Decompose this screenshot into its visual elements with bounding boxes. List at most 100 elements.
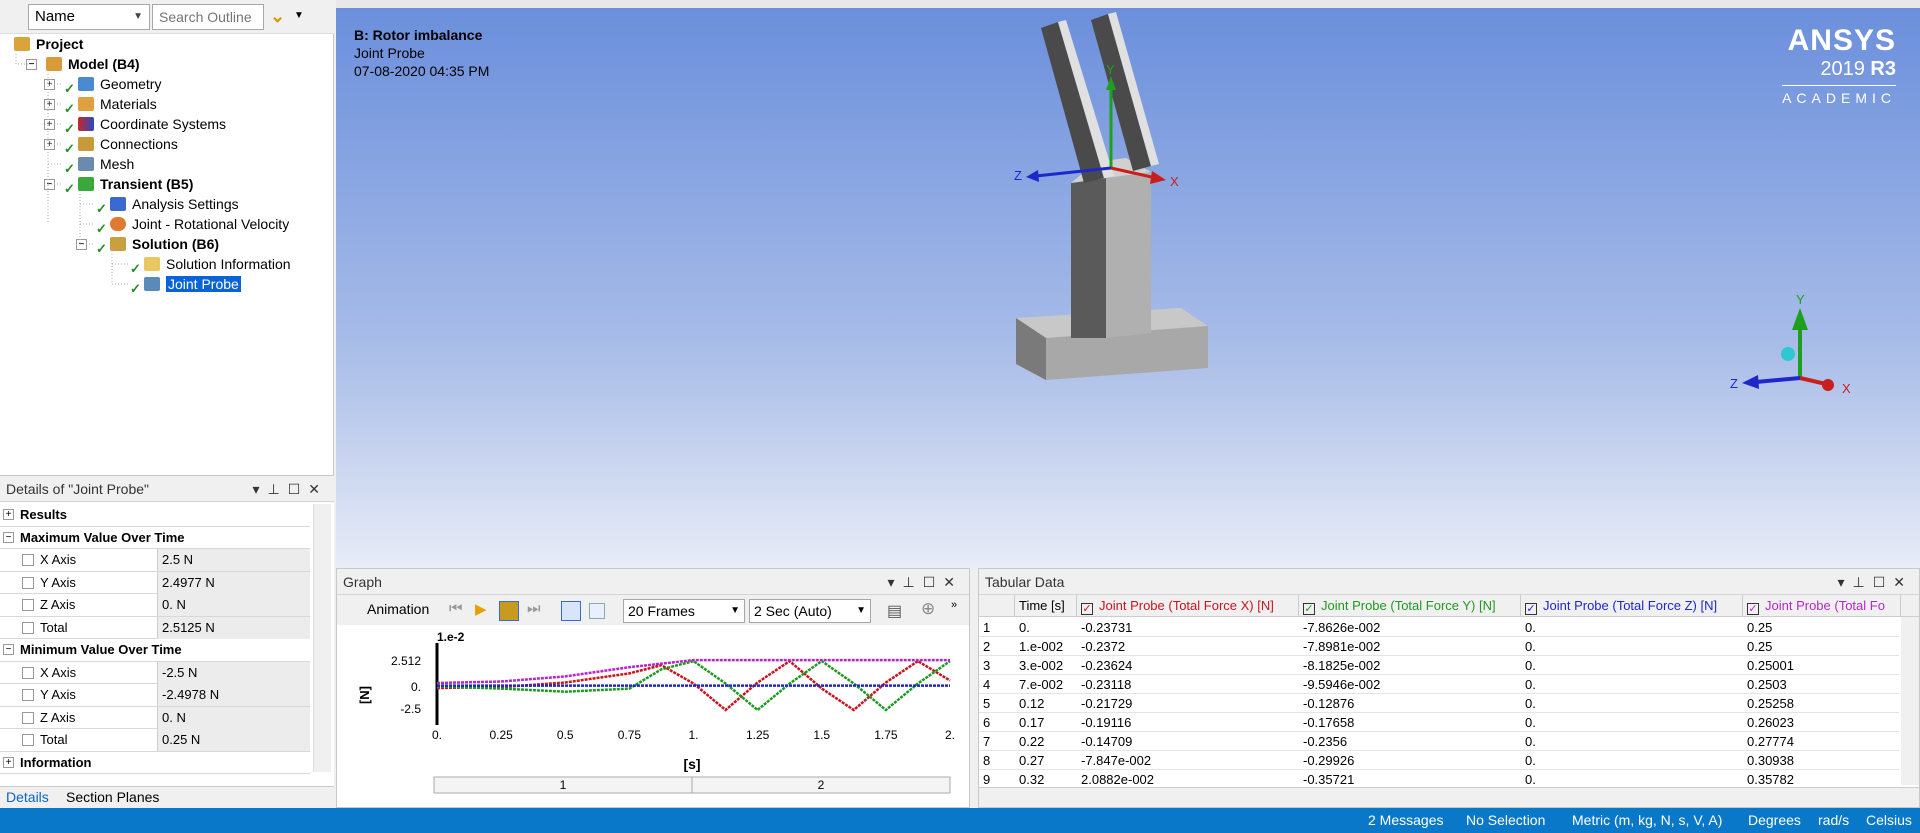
checkbox[interactable]	[22, 621, 34, 634]
table-row[interactable]: 5 0.12 -0.21729 -0.12876 0. 0.25258	[979, 694, 1899, 713]
first-frame-icon[interactable]: ⏮	[449, 600, 463, 617]
maximize-icon[interactable]: ☐	[1873, 574, 1894, 590]
checkbox[interactable]	[22, 666, 34, 679]
export-video-icon[interactable]: ▤	[887, 601, 902, 621]
table-cell: 3.e-002	[1019, 658, 1064, 673]
dropdown-icon[interactable]: ▾	[1837, 574, 1852, 590]
detail-row[interactable]: Total 0.25 N	[0, 729, 310, 752]
table-vscrollbar[interactable]	[1901, 617, 1919, 785]
checkbox[interactable]	[22, 576, 34, 589]
maximize-icon[interactable]: ☐	[288, 481, 309, 497]
table-cell: -7.8626e-002	[1303, 620, 1381, 635]
header-label: Joint Probe (Total Force Z) [N]	[1543, 598, 1718, 613]
detail-row[interactable]: X Axis 2.5 N	[0, 549, 310, 572]
result-sets-icon[interactable]	[589, 603, 605, 619]
detail-key: X Axis	[40, 552, 77, 567]
expand-collapse-icon[interactable]: ⌄	[270, 6, 285, 27]
table-cell: 0.25258	[1747, 696, 1794, 711]
table-cell: 0.27	[1019, 753, 1045, 768]
panel-controls: ▾⊥☐✕	[887, 569, 963, 595]
zoom-icon[interactable]: ⊕	[921, 599, 935, 619]
group-minimum[interactable]: − Minimum Value Over Time	[0, 639, 310, 662]
play-icon[interactable]: ▶	[475, 600, 487, 618]
tabular-title-bar: Tabular Data ▾⊥☐✕	[979, 569, 1919, 595]
close-icon[interactable]: ✕	[1893, 574, 1913, 590]
table-hscrollbar[interactable]	[979, 787, 1919, 807]
table-cell: -7.847e-002	[1081, 753, 1152, 768]
checkbox[interactable]	[22, 711, 34, 724]
table-row[interactable]: 6 0.17 -0.19116 -0.17658 0. 0.26023	[979, 713, 1899, 732]
col-header-force-total[interactable]: ✓ Joint Probe (Total Fo	[1743, 595, 1901, 617]
detail-row[interactable]: Y Axis 2.4977 N	[0, 571, 310, 594]
close-icon[interactable]: ✕	[308, 481, 328, 497]
triad-corner[interactable]: Y X Z	[1730, 292, 1851, 396]
checkbox[interactable]	[22, 689, 34, 701]
dropdown-icon[interactable]: ▾	[252, 481, 267, 497]
detail-key: Y Axis	[40, 687, 76, 702]
col-header-force-x[interactable]: ✓ Joint Probe (Total Force X) [N]	[1077, 595, 1299, 617]
group-results[interactable]: + Results	[0, 504, 310, 527]
detail-row[interactable]: X Axis -2.5 N	[0, 661, 310, 684]
search-outline-input[interactable]	[152, 4, 264, 30]
table-row[interactable]: 1 0. -0.23731 -7.8626e-002 0. 0.25	[979, 618, 1899, 637]
table-cell: 0.22	[1019, 734, 1045, 749]
detail-row[interactable]: Z Axis 0. N	[0, 706, 310, 729]
toolbar-overflow-icon[interactable]: »	[951, 599, 957, 611]
detail-row[interactable]: Z Axis 0. N	[0, 594, 310, 617]
outline-panel: Name ▼ ⌄ ▼ Project −Model (B4) +✓Geometr…	[0, 0, 334, 475]
pin-icon[interactable]: ⊥	[903, 574, 923, 590]
table-row[interactable]: 4 7.e-002 -0.23118 -9.5946e-002 0. 0.2503	[979, 675, 1899, 694]
table-cell: 0.	[1525, 677, 1536, 692]
angle-unit-status[interactable]: Degrees	[1748, 808, 1801, 833]
duration-select[interactable]: 2 Sec (Auto) ▼	[749, 599, 871, 623]
detail-row[interactable]: Total 2.5125 N	[0, 616, 310, 639]
table-cell: -9.5946e-002	[1303, 677, 1381, 692]
table-cell: 0.	[1525, 734, 1536, 749]
col-header-force-z[interactable]: ✓ Joint Probe (Total Force Z) [N]	[1521, 595, 1743, 617]
expand-icon[interactable]: +	[3, 756, 14, 768]
distributed-icon[interactable]	[561, 601, 581, 621]
checkbox[interactable]	[22, 599, 34, 611]
col-header-time[interactable]: Time [s]	[1015, 595, 1077, 617]
animation-label: Animation	[367, 601, 430, 617]
collapse-icon[interactable]: −	[3, 644, 14, 655]
checkbox-checked-icon[interactable]: ✓	[1303, 603, 1315, 615]
checkbox[interactable]	[22, 554, 34, 566]
tab-details[interactable]: Details	[6, 789, 49, 805]
checkbox-checked-icon[interactable]: ✓	[1081, 603, 1093, 615]
group-information[interactable]: + Information	[0, 751, 310, 774]
name-filter-combo[interactable]: Name ▼	[28, 4, 150, 30]
frames-select[interactable]: 20 Frames ▼	[623, 599, 745, 623]
chart-series	[436, 658, 951, 712]
dropdown-icon[interactable]: ▾	[887, 574, 902, 590]
table-row[interactable]: 2 1.e-002 -0.2372 -7.8981e-002 0. 0.25	[979, 637, 1899, 656]
group-maximum[interactable]: − Maximum Value Over Time	[0, 526, 310, 549]
checkbox-checked-icon[interactable]: ✓	[1525, 603, 1537, 615]
tab-section-planes[interactable]: Section Planes	[66, 789, 159, 805]
col-header-force-y[interactable]: ✓ Joint Probe (Total Force Y) [N]	[1299, 595, 1521, 617]
messages-status[interactable]: 2 Messages	[1368, 808, 1443, 833]
table-row[interactable]: 8 0.27 -7.847e-002 -0.29926 0. 0.30938	[979, 751, 1899, 770]
checkbox[interactable]	[22, 734, 34, 746]
details-scrollbar[interactable]	[313, 504, 331, 772]
graphics-viewport[interactable]: B: Rotor imbalance Joint Probe 07-08-202…	[336, 8, 1920, 568]
stop-icon[interactable]	[499, 601, 519, 621]
maximize-icon[interactable]: ☐	[923, 574, 944, 590]
table-row[interactable]: 3 3.e-002 -0.23624 -8.1825e-002 0. 0.25001	[979, 656, 1899, 675]
rotation-unit-status[interactable]: rad/s	[1818, 808, 1849, 833]
outline-menu-icon[interactable]: ▼	[294, 10, 304, 21]
pin-icon[interactable]: ⊥	[1853, 574, 1873, 590]
x-tick-labels: 0. 0.25 0.5 0.75 1. 1.25 1.5 1.75 2.	[432, 728, 955, 742]
unit-system-status[interactable]: Metric (m, kg, N, s, V, A)	[1572, 808, 1722, 833]
row-number: 2	[983, 639, 991, 654]
close-icon[interactable]: ✕	[943, 574, 963, 590]
collapse-icon[interactable]: −	[3, 531, 14, 543]
pin-icon[interactable]: ⊥	[268, 481, 288, 497]
joint-probe-chart[interactable]: 1.e-2 [N] [s] 2.512 0. -2.5 0. 0.25 0.5 0.7…	[337, 625, 969, 807]
detail-row[interactable]: Y Axis -2.4978 N	[0, 684, 310, 707]
expand-icon[interactable]: +	[3, 509, 14, 520]
table-row[interactable]: 7 0.22 -0.14709 -0.2356 0. 0.27774	[979, 732, 1899, 751]
temperature-unit-status[interactable]: Celsius	[1866, 808, 1912, 833]
checkbox-checked-icon[interactable]: ✓	[1747, 603, 1759, 615]
last-frame-icon[interactable]: ⏭	[527, 600, 541, 617]
